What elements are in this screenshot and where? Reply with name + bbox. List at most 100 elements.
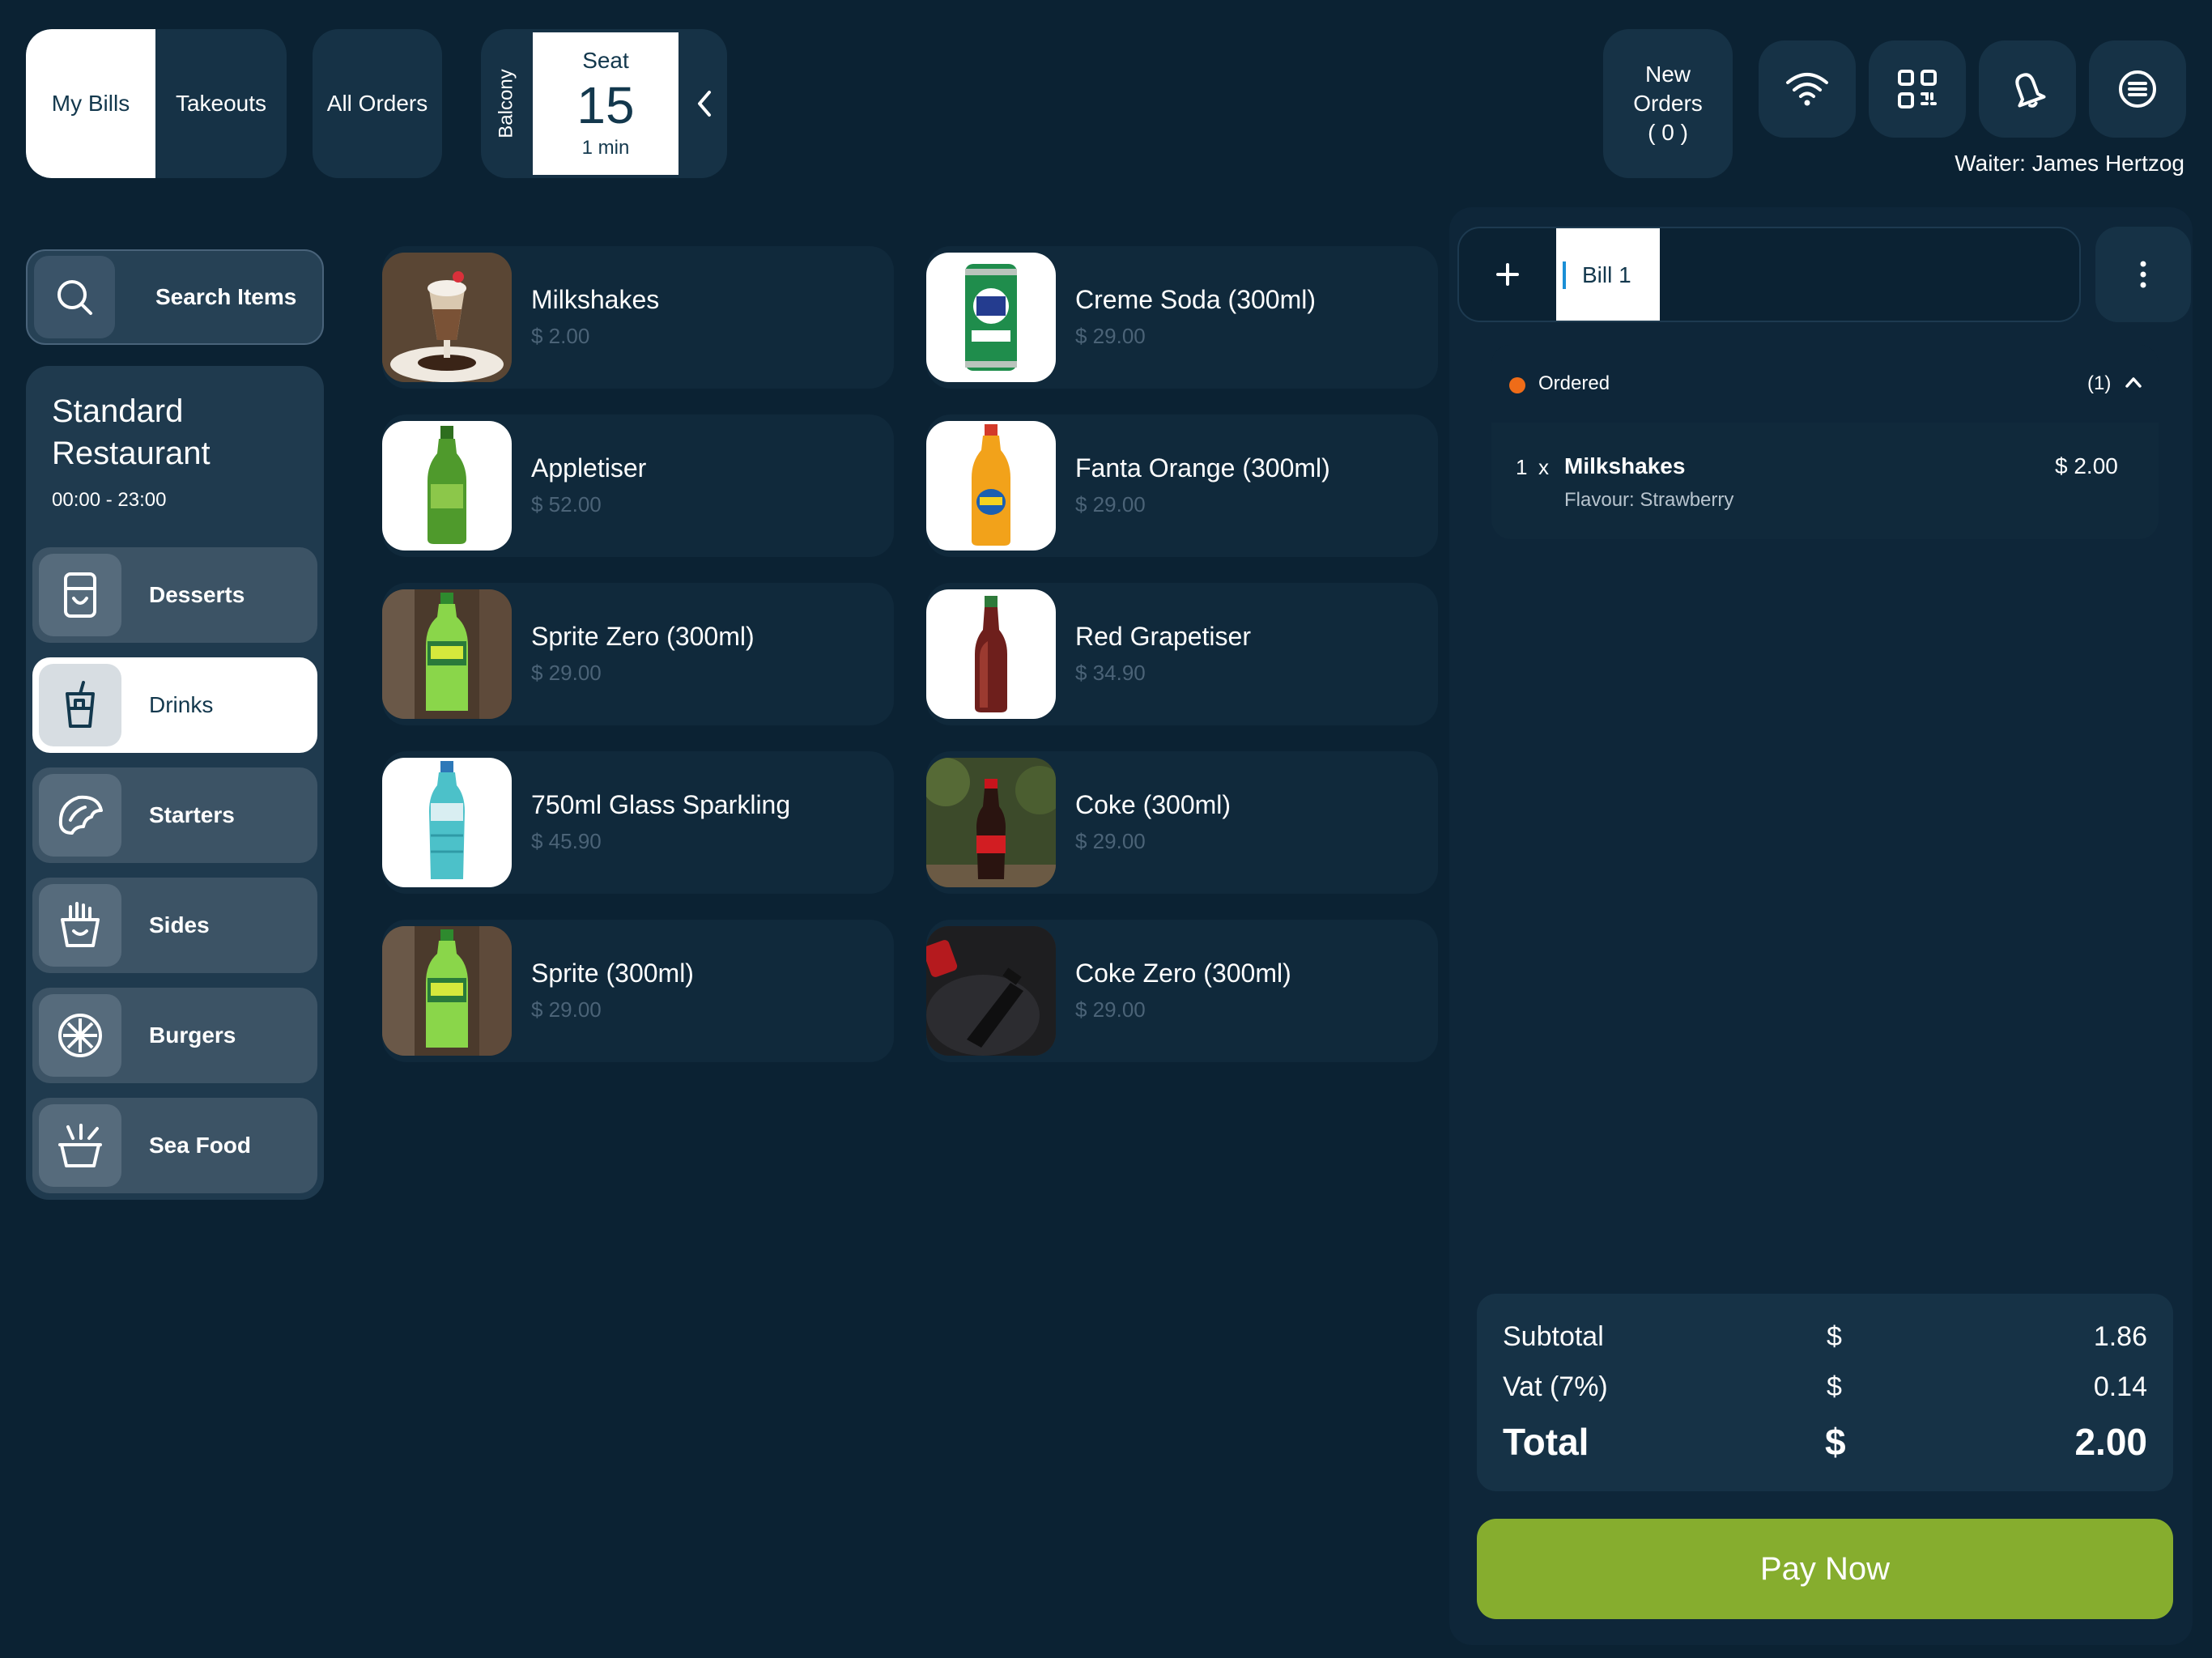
seat-area-label: Balcony [496, 69, 518, 138]
seat-number: 15 [576, 76, 635, 134]
category-sea-food[interactable]: Sea Food [32, 1098, 317, 1193]
new-orders-button[interactable]: New Orders ( 0 ) [1603, 29, 1733, 178]
subtotal-label: Subtotal [1503, 1321, 1604, 1352]
ordered-status-label: Ordered [1538, 372, 1610, 394]
sprite-bottle-image [382, 589, 512, 719]
bill-options-button[interactable] [2095, 227, 2191, 322]
green-can-image [926, 253, 1056, 382]
product-card[interactable]: Milkshakes $ 2.00 [382, 246, 894, 389]
product-card[interactable]: Coke Zero (300ml) $ 29.00 [926, 920, 1438, 1062]
drink-icon [39, 664, 121, 746]
sprite-bottle-image [382, 926, 512, 1056]
line-multiplier: x [1538, 455, 1549, 479]
product-name: Coke Zero (300ml) [1075, 959, 1291, 988]
product-name: Milkshakes [531, 285, 660, 314]
product-card[interactable]: Appletiser $ 52.00 [382, 414, 894, 557]
seat-selector[interactable]: Balcony Seat 15 1 min [481, 29, 727, 178]
coke-bottle-image [926, 758, 1056, 887]
menu-icon [2119, 70, 2156, 108]
all-orders-button[interactable]: All Orders [313, 29, 442, 178]
tab-bill-1[interactable]: Bill 1 [1556, 228, 1660, 321]
category-label: Sea Food [149, 1133, 252, 1158]
chevron-left-icon[interactable] [682, 78, 727, 130]
product-card[interactable]: Creme Soda (300ml) $ 29.00 [926, 246, 1438, 389]
plus-icon [1496, 263, 1519, 286]
product-price: $ 29.00 [1075, 492, 1146, 517]
fries-icon [39, 884, 121, 967]
starter-icon [39, 774, 121, 857]
burger-icon [39, 994, 121, 1077]
tab-takeouts[interactable]: Takeouts [155, 29, 287, 178]
category-panel: Standard Restaurant 00:00 - 23:00 Desser… [26, 366, 324, 1200]
subtotal-currency: $ [1827, 1321, 1842, 1352]
product-name: Creme Soda (300ml) [1075, 285, 1316, 314]
product-price: $ 29.00 [1075, 829, 1146, 853]
product-card[interactable]: 750ml Glass Sparkling $ 45.90 [382, 751, 894, 894]
product-name: Appletiser [531, 453, 647, 483]
category-label: Burgers [149, 1022, 236, 1048]
main-menu-button[interactable] [2089, 40, 2186, 138]
seat-area: Balcony [481, 29, 533, 178]
vat-label: Vat (7%) [1503, 1371, 1608, 1402]
new-orders-line1: New [1644, 62, 1691, 87]
product-card[interactable]: Coke (300ml) $ 29.00 [926, 751, 1438, 894]
ordered-group-header[interactable]: Ordered (1) [1491, 345, 2159, 423]
wifi-icon [1786, 73, 1828, 106]
qr-code-button[interactable] [1869, 40, 1966, 138]
product-price: $ 29.00 [531, 997, 602, 1022]
product-card[interactable]: Sprite (300ml) $ 29.00 [382, 920, 894, 1062]
category-label: Desserts [149, 582, 245, 607]
category-label: Sides [149, 912, 210, 937]
green-bottle-image [382, 421, 512, 551]
chevron-up-icon[interactable] [2125, 376, 2142, 393]
new-orders-line2: Orders [1633, 91, 1703, 116]
product-card[interactable]: Fanta Orange (300ml) $ 29.00 [926, 414, 1438, 557]
restaurant-hours: 00:00 - 23:00 [52, 489, 167, 511]
status-dot [1509, 377, 1525, 393]
new-orders-count: ( 0 ) [1648, 120, 1688, 145]
seat-label: Seat [582, 48, 629, 73]
product-price: $ 45.90 [531, 829, 602, 853]
bill-tab-label: Bill 1 [1582, 262, 1631, 287]
red-bottle-image [926, 589, 1056, 719]
total-value: 2.00 [2074, 1421, 2147, 1463]
search-items-button[interactable]: Search Items [26, 249, 324, 345]
seat-card[interactable]: Seat 15 1 min [533, 32, 678, 175]
search-icon [34, 256, 115, 338]
product-card[interactable]: Red Grapetiser $ 34.90 [926, 583, 1438, 725]
product-card[interactable]: Sprite Zero (300ml) $ 29.00 [382, 583, 894, 725]
add-bill-button[interactable] [1459, 228, 1556, 321]
category-desserts[interactable]: Desserts [32, 547, 317, 643]
product-name: Coke (300ml) [1075, 790, 1231, 819]
category-label: Starters [149, 802, 235, 827]
ordered-count: (1) [2087, 372, 2112, 394]
product-price: $ 29.00 [531, 661, 602, 685]
category-burgers[interactable]: Burgers [32, 988, 317, 1083]
product-price: $ 29.00 [1075, 324, 1146, 348]
blue-bottle-image [382, 758, 512, 887]
milkshake-image [382, 253, 512, 382]
line-item-name[interactable]: Milkshakes [1564, 453, 1685, 479]
bell-button[interactable] [1979, 40, 2076, 138]
tab-my-bills[interactable]: My Bills [26, 29, 155, 178]
category-starters[interactable]: Starters [32, 767, 317, 863]
total-currency: $ [1825, 1421, 1846, 1463]
bell-icon [2015, 73, 2046, 108]
waiter-name: Waiter: James Hertzog [1955, 151, 2184, 176]
subtotal-value: 1.86 [2093, 1321, 2147, 1352]
product-price: $ 34.90 [1075, 661, 1146, 685]
product-name: Red Grapetiser [1075, 622, 1251, 651]
product-price: $ 52.00 [531, 492, 602, 517]
more-vertical-icon [2140, 261, 2146, 288]
wifi-button[interactable] [1759, 40, 1856, 138]
pay-now-button[interactable]: Pay Now [1477, 1519, 2173, 1619]
line-item-price: $ 2.00 [2055, 453, 2118, 478]
vat-currency: $ [1827, 1371, 1842, 1402]
search-items-label: Search Items [155, 284, 297, 309]
product-name: Fanta Orange (300ml) [1075, 453, 1330, 483]
total-label: Total [1503, 1421, 1589, 1463]
category-sides[interactable]: Sides [32, 878, 317, 973]
line-item-modifier: Flavour: Strawberry [1564, 489, 1734, 511]
category-drinks[interactable]: Drinks [32, 657, 317, 753]
bill-totals: Subtotal $ 1.86 Vat (7%) $ 0.14 Total $ … [1477, 1294, 2173, 1491]
